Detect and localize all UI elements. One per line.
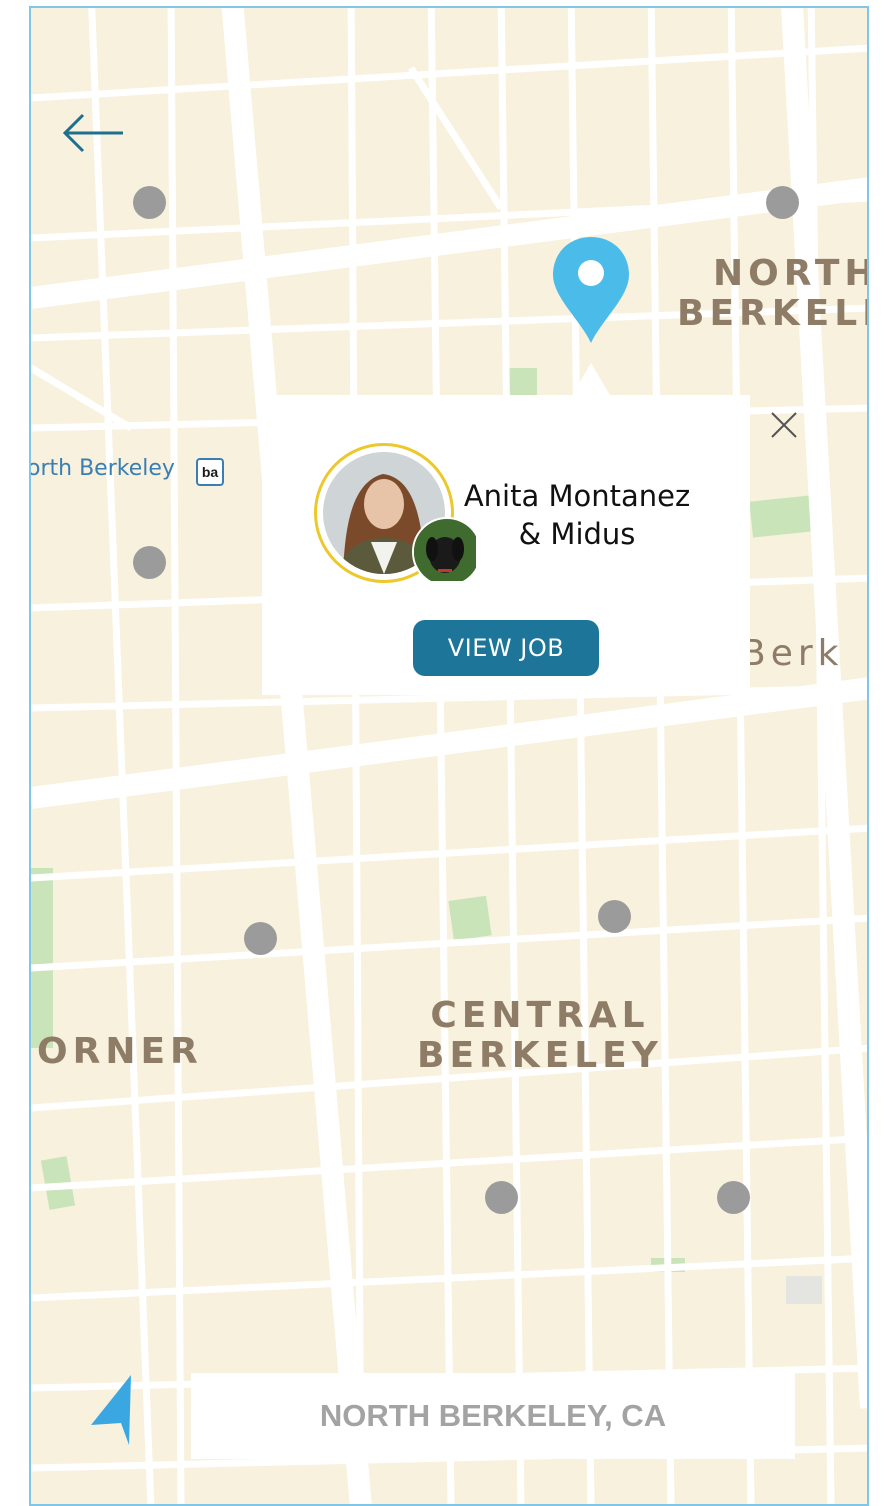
owner-name: Anita Montanez — [463, 479, 691, 513]
map-marker[interactable] — [717, 1181, 750, 1214]
area-label-line: BERKELEY — [417, 1035, 663, 1076]
map-view[interactable]: NORTH BERKELE CENTRAL BERKELEY ORNER Ber… — [29, 6, 869, 1506]
map-marker[interactable] — [485, 1181, 518, 1214]
location-label: NORTH BERKELEY, CA — [319, 1398, 667, 1433]
map-marker[interactable] — [133, 546, 166, 579]
view-job-button[interactable]: VIEW JOB — [413, 620, 599, 676]
popup-caret — [571, 363, 611, 397]
map-marker[interactable] — [133, 186, 166, 219]
area-label-line: CENTRAL — [430, 995, 650, 1036]
map-marker[interactable] — [766, 186, 799, 219]
back-arrow-icon — [62, 113, 123, 153]
map-marker[interactable] — [244, 922, 277, 955]
owner-and-pet-name: Anita Montanez & Midus — [452, 477, 702, 553]
location-bar[interactable]: NORTH BERKELEY, CA — [191, 1373, 795, 1459]
area-label-line: BERKELE — [677, 293, 867, 334]
area-label-berk: Berk — [741, 633, 844, 674]
area-label-north-berkeley: NORTH BERKELE — [677, 253, 869, 334]
area-label-central-berkeley: CENTRAL BERKELEY — [417, 996, 663, 1076]
close-icon — [771, 412, 797, 438]
area-label-corner: ORNER — [37, 1031, 203, 1072]
navigation-arrow-icon — [91, 1375, 131, 1445]
location-pin-icon — [553, 237, 629, 343]
map-base — [31, 8, 867, 1504]
selected-location-pin[interactable] — [551, 235, 631, 345]
station-label: orth Berkeley — [29, 456, 175, 481]
map-marker[interactable] — [598, 900, 631, 933]
close-button[interactable] — [764, 405, 804, 445]
area-label-line: NORTH — [713, 253, 869, 294]
bart-station-icon: ba — [196, 458, 224, 486]
current-location-button[interactable] — [89, 1373, 139, 1453]
job-popup-card: Anita Montanez & Midus VIEW JOB — [262, 395, 797, 695]
pet-name: & Midus — [518, 517, 636, 551]
back-button[interactable] — [59, 108, 129, 158]
